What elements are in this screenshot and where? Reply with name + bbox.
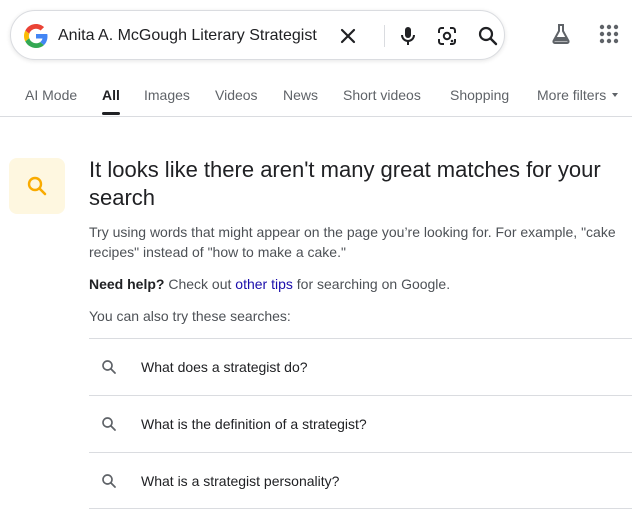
search-labs-flask-icon[interactable] (549, 22, 573, 46)
tab-more-filters-label: More filters (537, 87, 607, 103)
search-box-divider (384, 25, 385, 47)
tab-ai-mode[interactable]: AI Mode (25, 86, 77, 104)
list-item[interactable]: What is a strategist personality? (89, 452, 632, 509)
also-try-label: You can also try these searches: (89, 308, 291, 324)
suggestion-text: What is a strategist personality? (141, 473, 340, 489)
search-input[interactable]: Anita A. McGough Literary Strategist (58, 25, 317, 47)
tab-short-videos[interactable]: Short videos (343, 86, 421, 104)
no-results-icon-box (9, 158, 65, 214)
help-line: Need help? Check out other tips for sear… (89, 274, 450, 294)
search-icon[interactable] (476, 24, 500, 48)
no-results-headline: It looks like there aren't many great ma… (89, 157, 601, 210)
tab-more-filters[interactable]: More filters (537, 86, 619, 104)
search-icon (27, 176, 47, 196)
help-text-after: for searching on Google. (292, 276, 451, 292)
search-tabs: AI Mode All Images Videos News Short vid… (0, 80, 632, 117)
active-tab-indicator (102, 112, 120, 115)
google-g-icon (24, 24, 48, 48)
other-tips-link[interactable]: other tips (235, 276, 293, 292)
microphone-icon[interactable] (396, 24, 420, 48)
search-icon (102, 474, 116, 488)
list-item[interactable]: What is the definition of a strategist? (89, 395, 632, 452)
suggestion-text: What is the definition of a strategist? (141, 416, 367, 432)
tab-shopping[interactable]: Shopping (450, 86, 509, 104)
tab-videos[interactable]: Videos (215, 86, 258, 104)
suggestion-text: What does a strategist do? (141, 359, 308, 375)
close-icon[interactable] (336, 24, 360, 48)
chevron-down-icon (612, 93, 619, 97)
help-text-before: Check out (164, 276, 236, 292)
search-icon (102, 360, 116, 374)
google-lens-icon[interactable] (435, 24, 459, 48)
suggested-searches: What does a strategist do? What is the d… (89, 338, 632, 509)
tab-news[interactable]: News (283, 86, 318, 104)
tab-all[interactable]: All (102, 86, 120, 104)
no-results-hint: Try using words that might appear on the… (89, 224, 616, 260)
tab-images[interactable]: Images (144, 86, 190, 104)
search-box[interactable]: Anita A. McGough Literary Strategist (10, 10, 505, 60)
search-icon (102, 417, 116, 431)
apps-grid-icon[interactable] (597, 22, 621, 46)
help-bold: Need help? (89, 276, 165, 292)
list-item[interactable]: What does a strategist do? (89, 338, 632, 395)
